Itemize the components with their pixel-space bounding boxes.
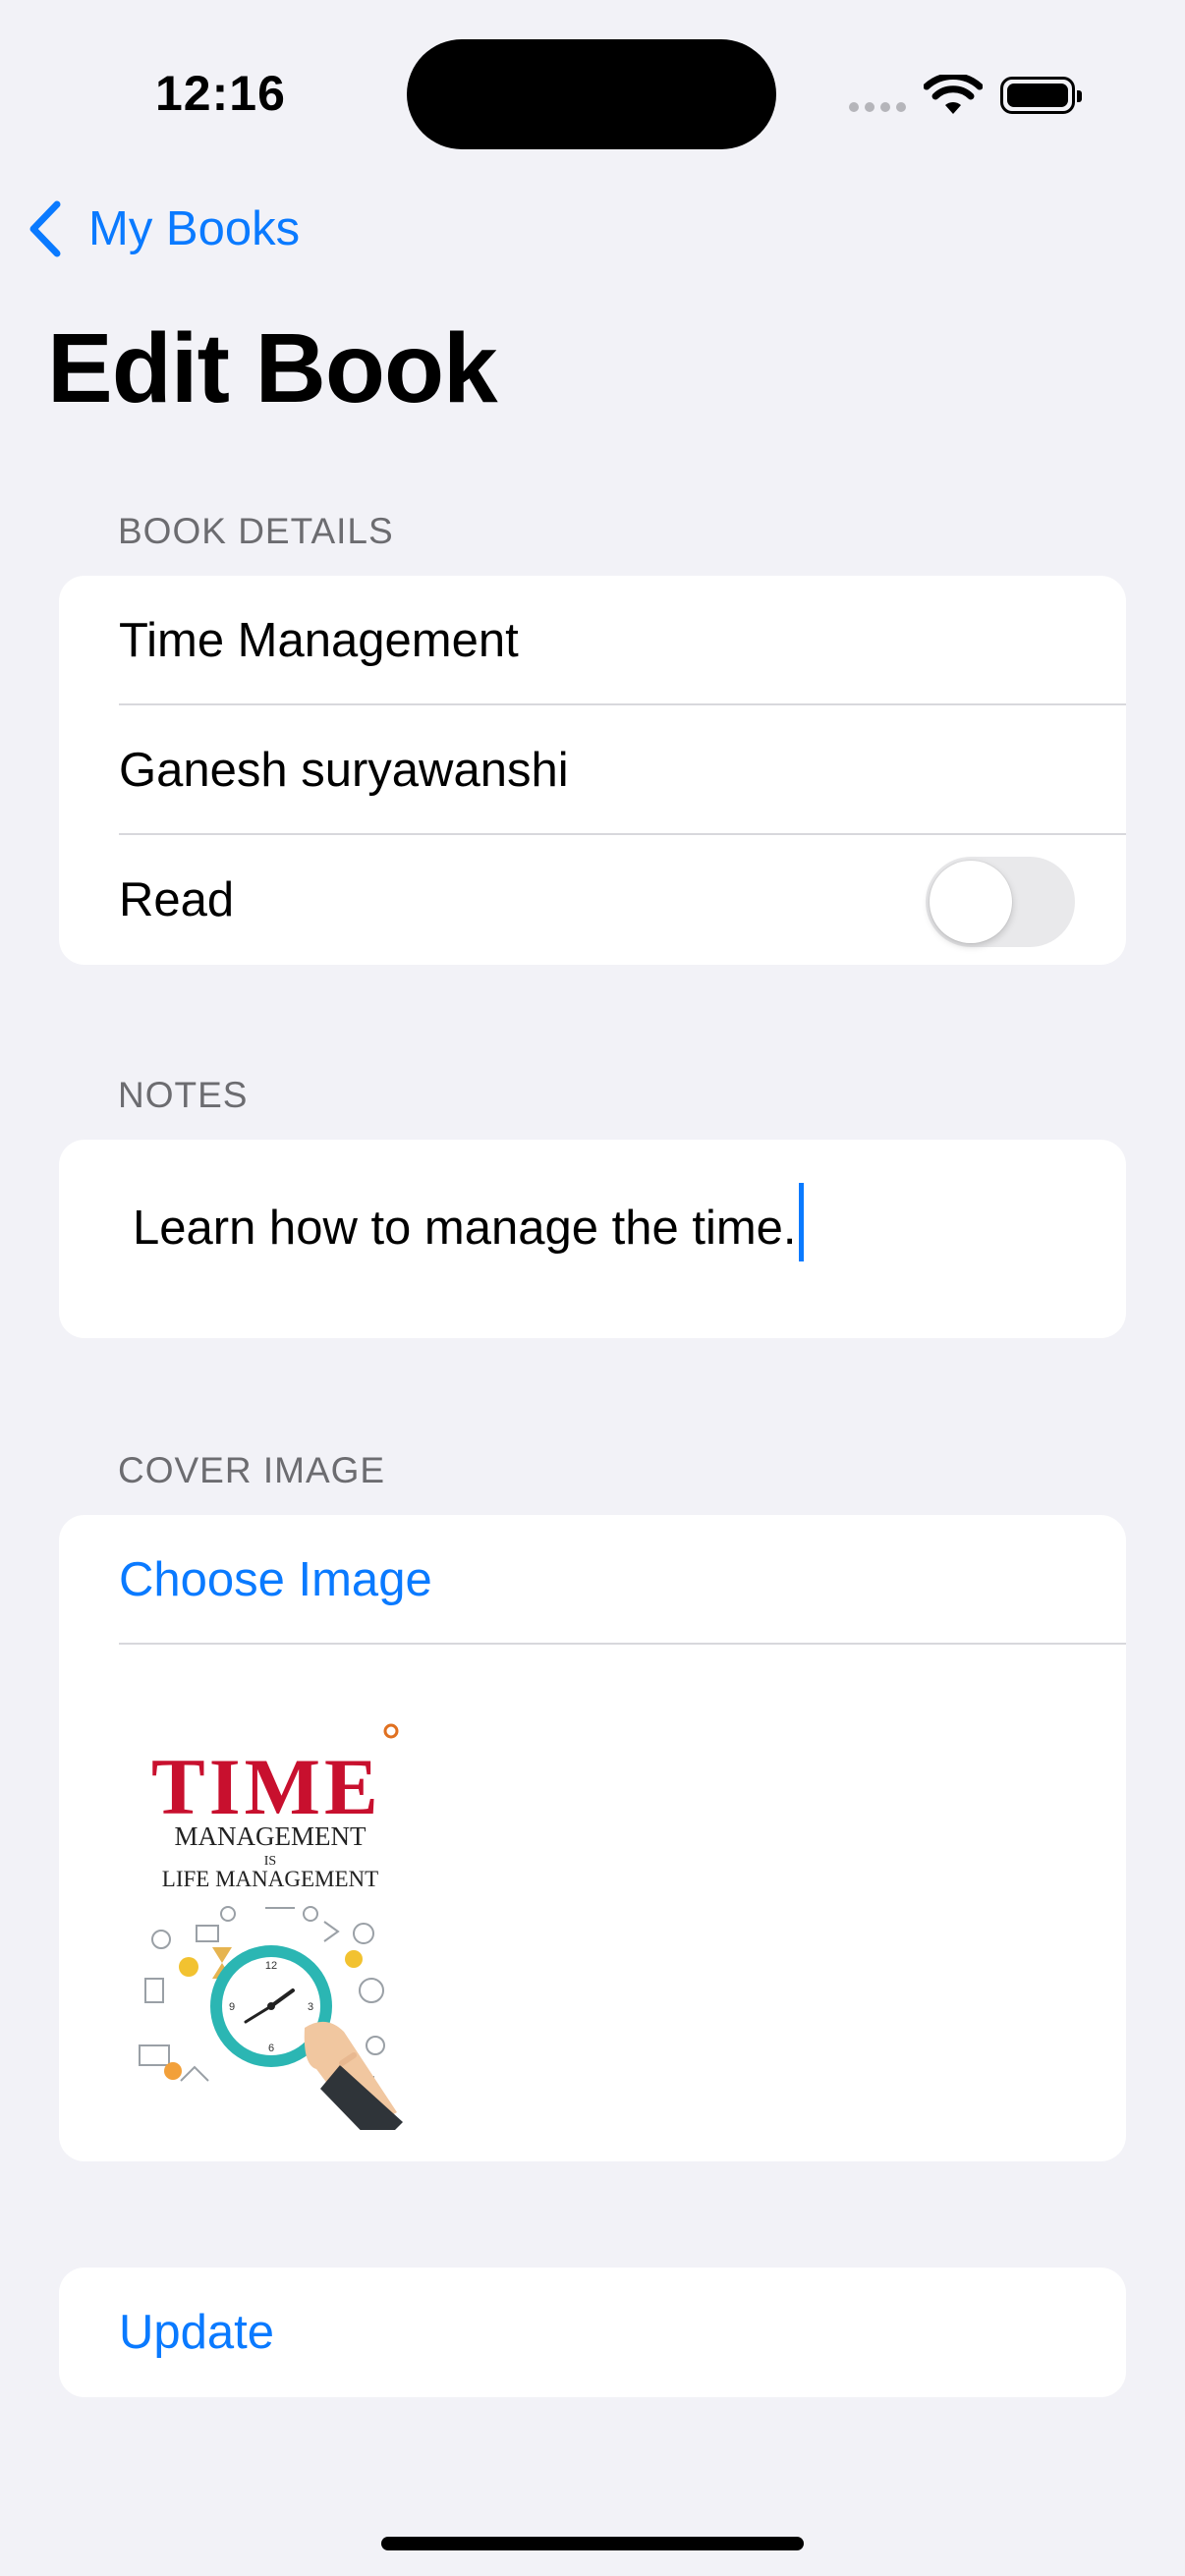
update-card: Update — [59, 2268, 1126, 2397]
notes-editor[interactable]: Learn how to manage the time. — [59, 1140, 1126, 1338]
book-cover-illustration: TIME MANAGEMENT IS LIFE MANAGEMENT 123 6… — [139, 1723, 403, 2130]
cover-line-1: MANAGEMENT — [175, 1821, 367, 1851]
book-cover-image: TIME MANAGEMENT IS LIFE MANAGEMENT 12 3 6… — [118, 1711, 423, 2130]
update-button[interactable]: Update — [59, 2268, 1126, 2397]
section-header-cover-image: COVER IMAGE — [118, 1450, 386, 1490]
home-indicator — [381, 2537, 804, 2550]
svg-text:3: 3 — [308, 2001, 313, 2013]
dynamic-island — [407, 39, 776, 149]
title-field[interactable]: Time Management — [59, 576, 1126, 705]
book-details-card: Time Management Ganesh suryawanshi Read — [59, 576, 1126, 965]
title-field-value: Time Management — [119, 614, 519, 667]
choose-image-label: Choose Image — [119, 1553, 432, 1606]
cover-image-card: Choose Image TIME MANAGEMENT IS LIFE MAN… — [59, 1515, 1126, 2161]
toggle-knob — [930, 861, 1012, 943]
cover-line-3: LIFE MANAGEMENT — [162, 1867, 378, 1891]
battery-full-icon — [1000, 77, 1082, 114]
back-button[interactable]: My Books — [24, 196, 300, 261]
read-toggle[interactable] — [926, 857, 1075, 947]
author-field[interactable]: Ganesh suryawanshi — [59, 705, 1126, 835]
update-button-label: Update — [119, 2306, 275, 2359]
notes-text: Learn how to manage the time. — [133, 1202, 797, 1255]
section-header-book-details: BOOK DETAILS — [118, 511, 394, 551]
page-title: Edit Book — [47, 313, 498, 423]
notes-text-line: Learn how to manage the time. — [133, 1183, 804, 1261]
svg-text:12: 12 — [265, 1960, 277, 1972]
signal-dots-icon — [849, 102, 906, 112]
status-time: 12:16 — [155, 66, 286, 121]
wifi-icon — [924, 75, 983, 114]
chevron-left-icon — [29, 200, 61, 257]
section-header-notes: NOTES — [118, 1075, 249, 1115]
read-label: Read — [119, 873, 235, 926]
read-row: Read — [59, 835, 1126, 965]
author-field-value: Ganesh suryawanshi — [119, 744, 569, 797]
back-button-label: My Books — [88, 202, 301, 255]
text-cursor — [798, 1183, 804, 1261]
choose-image-button[interactable]: Choose Image — [59, 1515, 1126, 1645]
svg-text:9: 9 — [229, 2001, 235, 2013]
svg-text:6: 6 — [268, 2043, 274, 2054]
cover-title-word: TIME — [151, 1742, 382, 1831]
